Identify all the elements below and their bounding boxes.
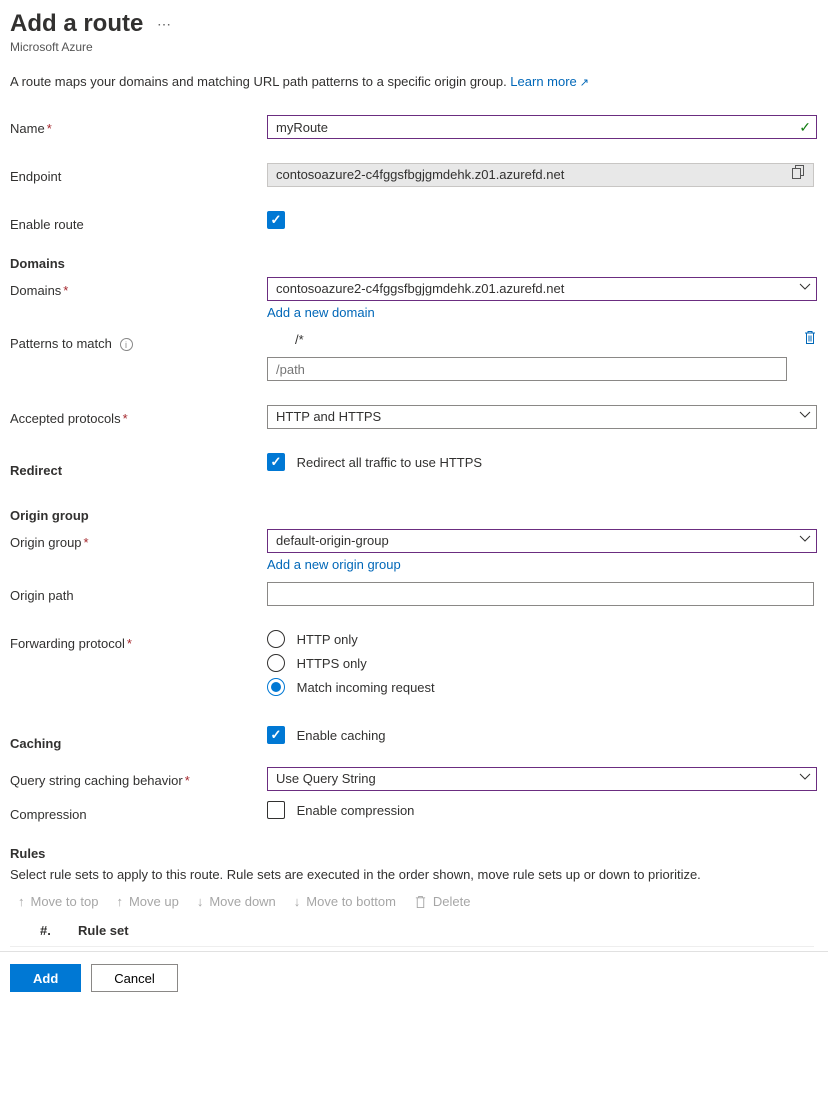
name-label: Name*: [10, 115, 267, 136]
forwarding-match-radio[interactable]: [267, 678, 285, 696]
origin-group-section-label: Origin group: [10, 508, 814, 523]
add-domain-link[interactable]: Add a new domain: [267, 305, 375, 320]
query-caching-label: Query string caching behavior*: [10, 767, 267, 788]
page-description: A route maps your domains and matching U…: [10, 74, 814, 89]
pattern-row: /*: [267, 330, 817, 349]
enable-caching-text: Enable caching: [297, 728, 386, 743]
delete-pattern-icon[interactable]: [803, 330, 817, 349]
move-up-button[interactable]: ↑Move up: [116, 894, 178, 909]
move-down-button[interactable]: ↓Move down: [197, 894, 276, 909]
patterns-label: Patterns to match i: [10, 330, 267, 351]
rules-table-header: #. Rule set: [10, 919, 814, 947]
valid-check-icon: ✓: [799, 119, 811, 136]
footer: Add Cancel: [0, 951, 828, 1006]
external-link-icon: ↗: [580, 77, 589, 89]
page-title: Add a route: [10, 10, 143, 38]
add-origin-group-link[interactable]: Add a new origin group: [267, 557, 401, 572]
copy-icon[interactable]: [792, 164, 805, 186]
accepted-protocols-label: Accepted protocols*: [10, 405, 267, 426]
trash-icon: [414, 895, 427, 909]
caching-label: Caching: [10, 734, 267, 751]
add-button[interactable]: Add: [10, 964, 81, 992]
enable-caching-checkbox[interactable]: [267, 726, 285, 744]
origin-group-select[interactable]: default-origin-group: [267, 529, 817, 553]
forwarding-http-radio[interactable]: [267, 630, 285, 648]
col-ruleset: Rule set: [78, 923, 129, 938]
col-number: #.: [40, 923, 54, 938]
move-to-top-button[interactable]: ↑Move to top: [18, 894, 98, 909]
domains-label: Domains*: [10, 277, 267, 298]
redirect-label: Redirect: [10, 461, 267, 478]
query-caching-select[interactable]: Use Query String: [267, 767, 817, 791]
info-icon[interactable]: i: [120, 338, 133, 351]
name-input[interactable]: [267, 115, 817, 139]
enable-compression-text: Enable compression: [297, 803, 415, 818]
origin-path-input[interactable]: [267, 582, 814, 606]
redirect-checkbox[interactable]: [267, 453, 285, 471]
domains-select[interactable]: contosoazure2-c4fggsfbgjgmdehk.z01.azure…: [267, 277, 817, 301]
endpoint-field: contosoazure2-c4fggsfbgjgmdehk.z01.azure…: [267, 163, 814, 187]
enable-compression-checkbox[interactable]: [267, 801, 285, 819]
domains-section-label: Domains: [10, 256, 814, 271]
endpoint-label: Endpoint: [10, 163, 267, 184]
compression-label: Compression: [10, 801, 267, 822]
pattern-value: /*: [267, 332, 304, 347]
origin-path-label: Origin path: [10, 582, 267, 603]
cancel-button[interactable]: Cancel: [91, 964, 177, 992]
page-header: Add a route ⋯ Microsoft Azure: [10, 10, 814, 54]
more-icon[interactable]: ⋯: [157, 16, 172, 33]
learn-more-link[interactable]: Learn more↗: [510, 74, 589, 89]
enable-route-checkbox[interactable]: [267, 211, 285, 229]
origin-group-label: Origin group*: [10, 529, 267, 550]
rules-toolbar: ↑Move to top ↑Move up ↓Move down ↓Move t…: [10, 894, 814, 909]
forwarding-protocol-label: Forwarding protocol*: [10, 630, 267, 651]
page-subtitle: Microsoft Azure: [10, 40, 814, 54]
rules-description: Select rule sets to apply to this route.…: [10, 867, 814, 882]
redirect-text: Redirect all traffic to use HTTPS: [297, 455, 482, 470]
pattern-input[interactable]: [267, 357, 787, 381]
accepted-protocols-select[interactable]: HTTP and HTTPS: [267, 405, 817, 429]
forwarding-https-radio[interactable]: [267, 654, 285, 672]
enable-route-label: Enable route: [10, 211, 267, 232]
move-to-bottom-button[interactable]: ↓Move to bottom: [294, 894, 396, 909]
delete-rule-button[interactable]: Delete: [414, 894, 471, 909]
rules-section-label: Rules: [10, 846, 814, 861]
